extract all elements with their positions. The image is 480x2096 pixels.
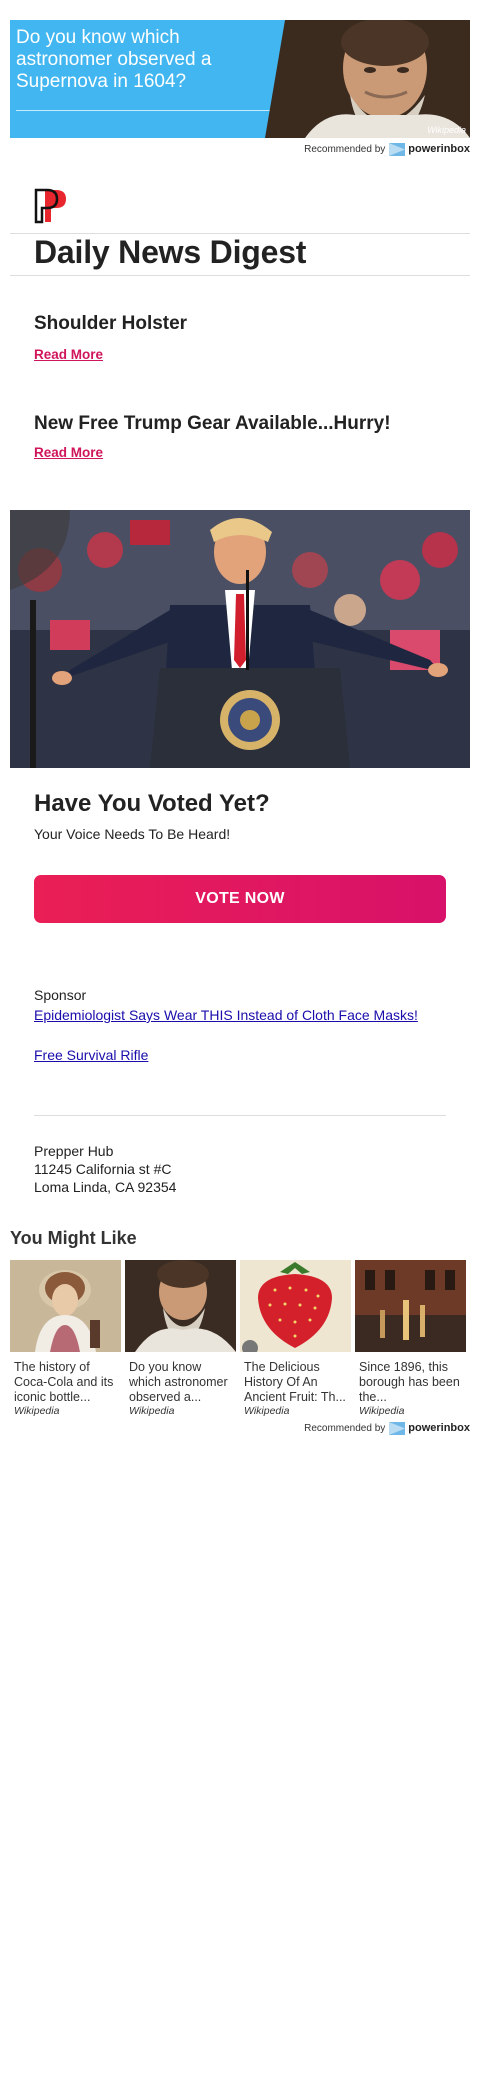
- trump-rally-image[interactable]: [10, 510, 470, 768]
- ad-headline: Do you know which astronomer observed a …: [16, 27, 212, 92]
- article-title: New Free Trump Gear Available...Hurry!: [34, 413, 391, 434]
- ad-divider: [16, 110, 272, 111]
- recommendation-card[interactable]: Since 1896, this borough has been the...…: [355, 1260, 466, 1417]
- read-more-link[interactable]: Read More: [34, 347, 103, 362]
- card-caption: Do you know which astronomer observed a.…: [129, 1360, 228, 1404]
- address-street: 11245 California st #C: [34, 1161, 172, 1177]
- recommendation-card[interactable]: Do you know which astronomer observed a.…: [125, 1260, 236, 1417]
- coca-cola-vintage-image: [10, 1260, 121, 1352]
- powerinbox-logo: powerinbox: [389, 142, 470, 156]
- recommendation-card[interactable]: The history of Coca-Cola and its iconic …: [10, 1260, 121, 1417]
- address-city: Loma Linda, CA 92354: [34, 1179, 177, 1195]
- recommended-by-bar[interactable]: Recommended by powerinbox: [304, 141, 470, 157]
- recommended-by-label: Recommended by: [304, 143, 386, 155]
- article-title: Shoulder Holster: [34, 313, 188, 334]
- card-source: Wikipedia: [244, 1405, 290, 1417]
- brand-logo: [34, 188, 66, 224]
- card-caption: The history of Coca-Cola and its iconic …: [14, 1360, 114, 1404]
- powerinbox-brand: powerinbox: [408, 143, 470, 155]
- vote-subheading: Your Voice Needs To Be Heard!: [34, 826, 231, 842]
- ad-source-label: Wikipedia: [427, 125, 466, 135]
- card-source: Wikipedia: [14, 1405, 60, 1417]
- astronomer-portrait-image: [265, 20, 470, 138]
- powerinbox-icon: [389, 142, 406, 156]
- recommended-by-bar[interactable]: Recommended by powerinbox: [304, 1420, 470, 1436]
- you-might-like-heading: You Might Like: [10, 1228, 137, 1248]
- company-name: Prepper Hub: [34, 1143, 114, 1159]
- title-rule-bottom: [10, 275, 470, 276]
- powerinbox-icon: [389, 1421, 406, 1435]
- powerinbox-brand: powerinbox: [408, 1422, 470, 1434]
- footer-rule: [34, 1115, 446, 1116]
- powerinbox-logo: powerinbox: [389, 1421, 470, 1435]
- top-ad-banner[interactable]: Do you know which astronomer observed a …: [10, 20, 470, 138]
- recommended-by-label: Recommended by: [304, 1422, 386, 1434]
- sponsor-link[interactable]: Epidemiologist Says Wear THIS Instead of…: [34, 1007, 418, 1023]
- vote-now-button[interactable]: VOTE NOW: [34, 875, 446, 923]
- card-caption: The Delicious History Of An Ancient Frui…: [244, 1360, 346, 1404]
- vote-heading: Have You Voted Yet?: [34, 790, 270, 817]
- sponsor-label: Sponsor: [34, 987, 87, 1003]
- page-title: Daily News Digest: [34, 234, 307, 270]
- astronomer-portrait-image: [125, 1260, 236, 1352]
- recommendation-card[interactable]: The Delicious History Of An Ancient Frui…: [240, 1260, 351, 1417]
- card-source: Wikipedia: [129, 1405, 175, 1417]
- borough-street-image: [355, 1260, 466, 1352]
- read-more-link[interactable]: Read More: [34, 445, 103, 460]
- strawberry-image: [240, 1260, 351, 1356]
- sponsor-link[interactable]: Free Survival Rifle: [34, 1047, 148, 1063]
- card-source: Wikipedia: [359, 1405, 405, 1417]
- card-caption: Since 1896, this borough has been the...: [359, 1360, 460, 1404]
